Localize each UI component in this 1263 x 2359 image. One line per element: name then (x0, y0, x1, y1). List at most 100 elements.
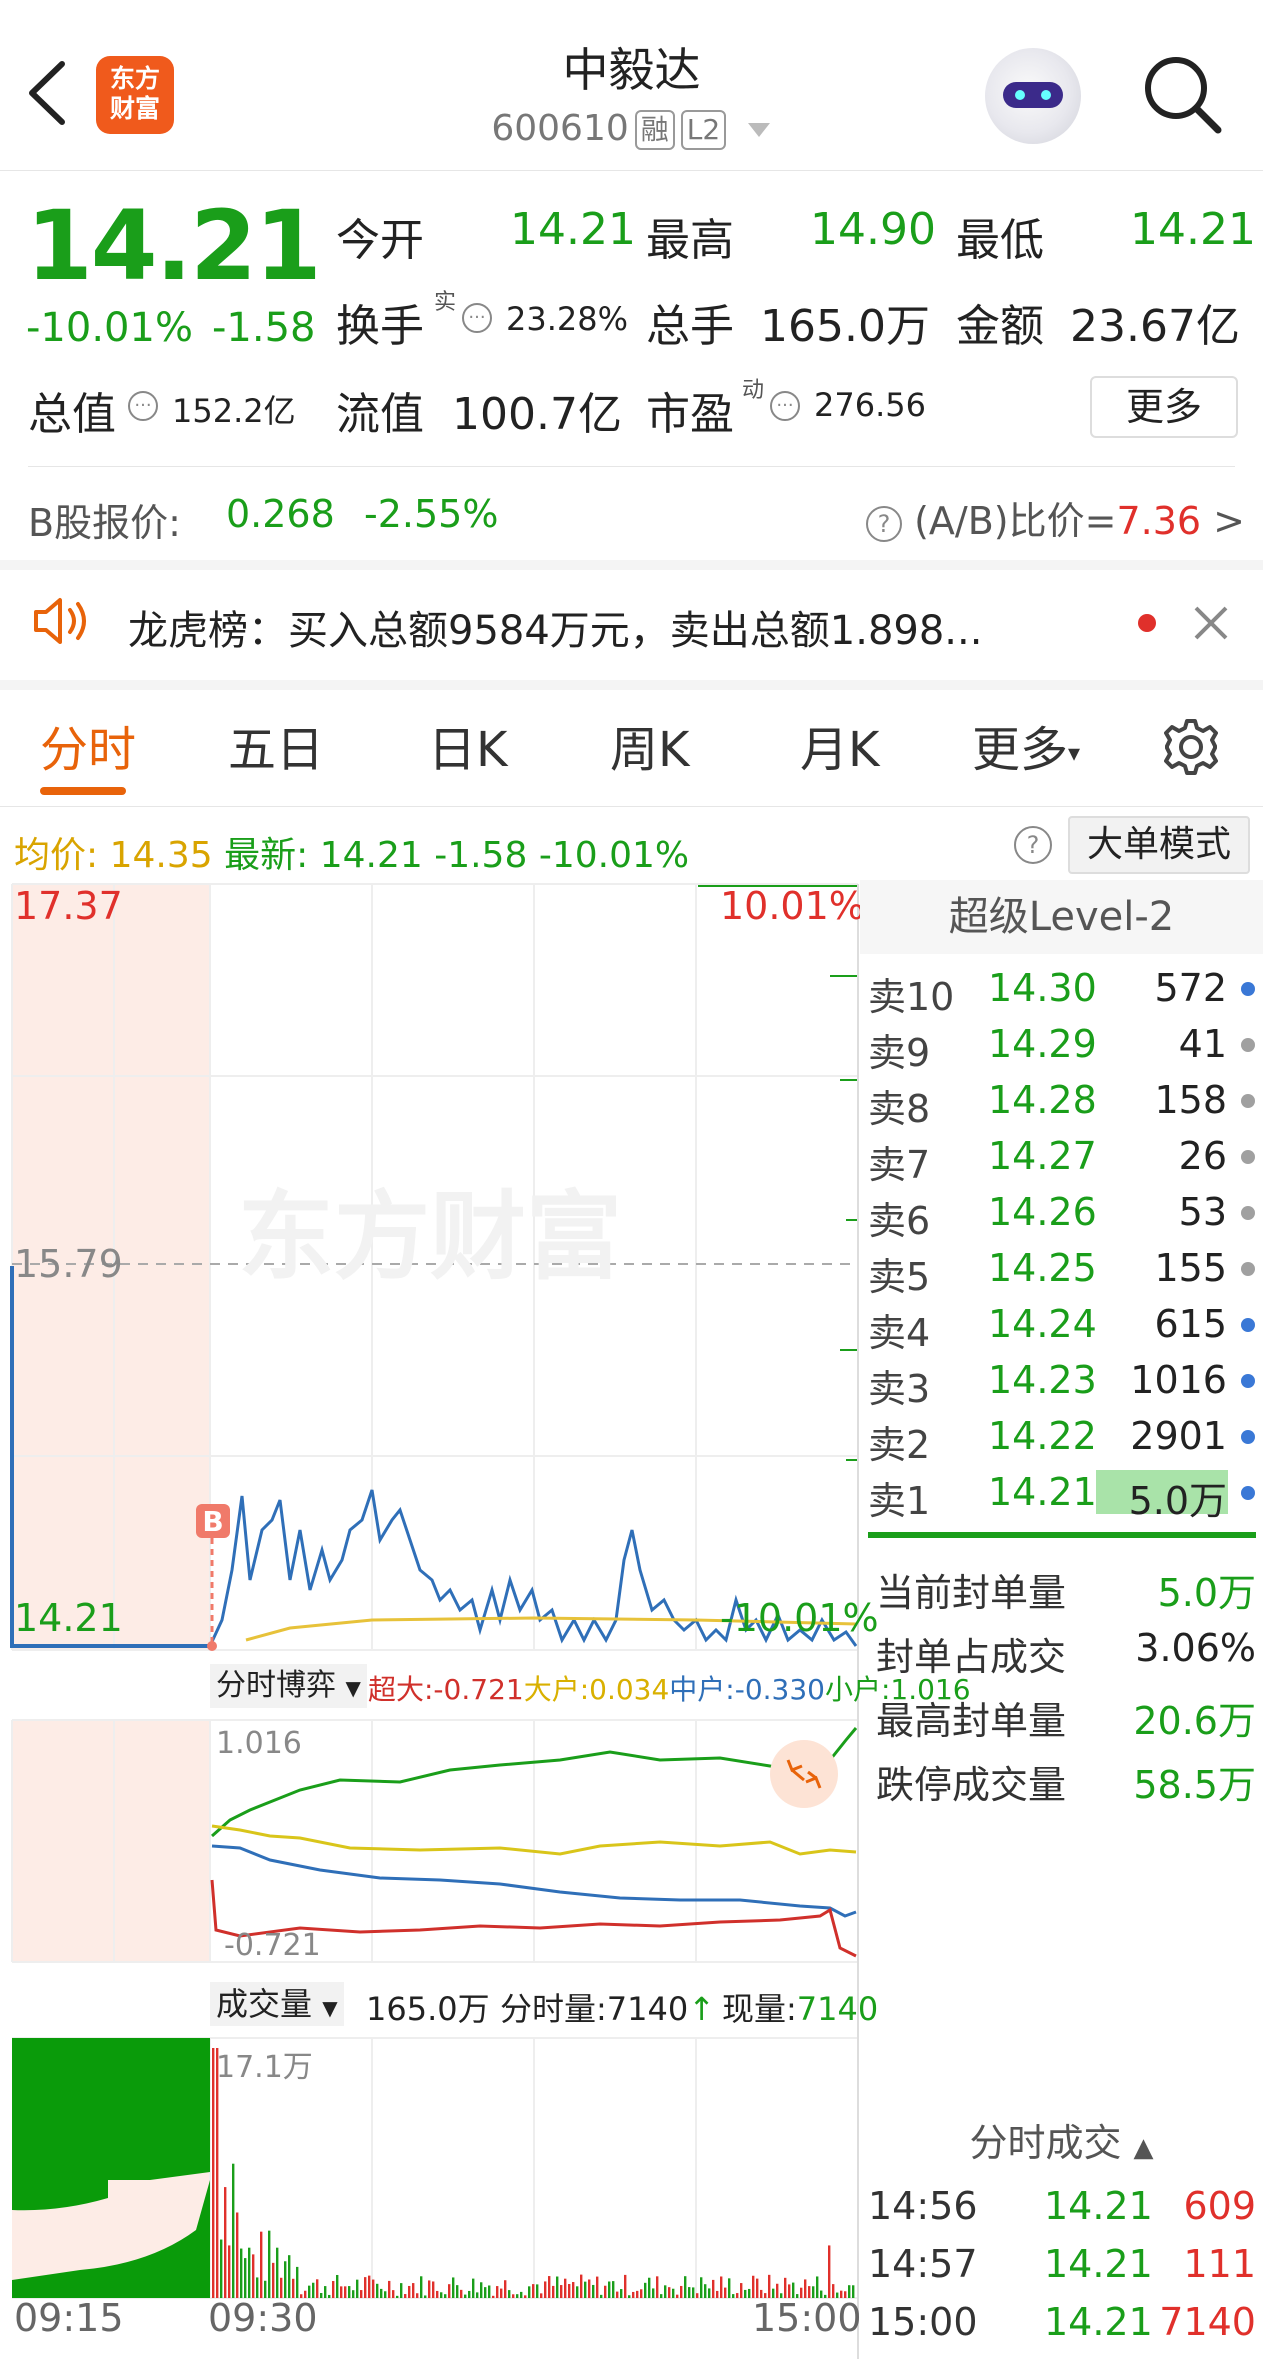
ask-row[interactable]: 卖4 14.24 615 (868, 1296, 1263, 1355)
volume-bar (652, 2288, 655, 2298)
level2-tag: L2 (680, 110, 727, 150)
volume-bar (344, 2286, 347, 2298)
volume-bar (520, 2291, 523, 2298)
ask-bid-divider (868, 1532, 1256, 1538)
ask-row[interactable]: 卖2 14.22 2901 (868, 1408, 1263, 1467)
float-cap-label: 流值 (336, 389, 424, 440)
volume-bar (692, 2287, 695, 2298)
more-button[interactable]: 更多 (1090, 376, 1238, 438)
tab-five-day[interactable]: 五日 (228, 710, 324, 780)
ask-row[interactable]: 卖10 14.30 572 (868, 960, 1263, 1019)
info-dots-icon[interactable]: ··· (462, 303, 492, 333)
help-icon[interactable]: ? (1014, 826, 1052, 864)
volume-bar (648, 2277, 651, 2298)
volume-bar (596, 2276, 599, 2298)
time-open: 09:30 (208, 2296, 318, 2340)
volume-bar (512, 2294, 515, 2298)
assistant-robot-icon[interactable] (985, 48, 1081, 144)
ask-row[interactable]: 卖5 14.25 155 (868, 1240, 1263, 1299)
volume-bar (432, 2281, 435, 2298)
settings-gear-icon[interactable] (1160, 716, 1222, 778)
trade-time: 14:57 (868, 2242, 978, 2286)
turnover-label: 换手 (336, 301, 424, 352)
volume-bar (784, 2277, 787, 2298)
trade-price: 14.21 (1044, 2300, 1153, 2344)
turnover-sup: 实 (434, 290, 457, 315)
volume-bar (724, 2287, 727, 2298)
volume-bar (748, 2288, 751, 2298)
ask-label: 卖3 (868, 1367, 931, 1411)
trade-price: 14.21 (1044, 2242, 1153, 2286)
y-axis-top-price: 17.37 (14, 884, 123, 928)
big-order-mode-button[interactable]: 大单模式 (1068, 816, 1250, 874)
close-icon[interactable] (1192, 604, 1230, 642)
game-selector[interactable]: 分时博弈 ▼ (210, 1664, 367, 1708)
ab-ratio[interactable]: ? (A/B)比价=7.36 > (866, 490, 1245, 545)
market-cap-label: 总值 (28, 389, 116, 440)
volume-bar (536, 2284, 539, 2298)
ask-price: 14.29 (988, 1022, 1097, 1066)
buy-marker: B (202, 1505, 223, 1538)
volume-bar (524, 2295, 527, 2298)
margin-tag: 融 (634, 110, 675, 150)
current-volume: 现量:7140 (722, 1990, 879, 2028)
minute-volume: 分时量:7140↑ (500, 1990, 716, 2028)
volume-bar (732, 2294, 735, 2298)
order-dot (1241, 1374, 1255, 1388)
volume-selector[interactable]: 成交量 ▼ (210, 1982, 344, 2026)
volume-bar (324, 2286, 327, 2298)
level2-title[interactable]: 超级Level-2 (860, 880, 1263, 954)
volume-bar (368, 2275, 371, 2298)
volume-bar (420, 2276, 423, 2298)
stat-value: 58.5万 (1133, 1763, 1256, 1807)
ask-row[interactable]: 卖6 14.26 53 (868, 1184, 1263, 1243)
volume-bar (224, 2187, 227, 2298)
volume-bar (516, 2294, 519, 2298)
volume-bar (340, 2286, 343, 2298)
volume-bar (476, 2292, 479, 2298)
ask-row[interactable]: 卖8 14.28 158 (868, 1072, 1263, 1131)
volume-bar (364, 2277, 367, 2298)
game-min-label: -0.721 (224, 1928, 321, 1963)
ask-qty: 572 (1154, 966, 1227, 1010)
tab-monthly-k[interactable]: 月K (800, 710, 879, 780)
volume-bar (744, 2289, 747, 2298)
volume-bar (644, 2282, 647, 2298)
trades-title[interactable]: 分时成交 ▲ (860, 2112, 1263, 2167)
volume-bar (412, 2283, 415, 2298)
tab-more[interactable]: 更多▾ (972, 710, 1080, 780)
ask-label: 卖10 (868, 975, 955, 1019)
bshare-label: B股报价: (28, 501, 181, 545)
volume-bar (720, 2276, 723, 2298)
volume-bar (664, 2285, 667, 2298)
ask-qty: 615 (1154, 1302, 1227, 1346)
volume-bar (440, 2292, 443, 2298)
stat-label: 跌停成交量 (876, 1763, 1067, 1807)
order-dot (1241, 1486, 1255, 1500)
volume-bar (672, 2288, 675, 2298)
ask-row[interactable]: 卖9 14.29 41 (868, 1016, 1263, 1075)
ask-row[interactable]: 卖7 14.27 26 (868, 1128, 1263, 1187)
search-icon[interactable] (1140, 52, 1224, 136)
volume-bar (232, 2163, 235, 2298)
info-dots-icon[interactable]: ··· (770, 391, 800, 421)
ask-row[interactable]: 卖1 14.21 5.0万 (868, 1464, 1263, 1523)
volume-bar (220, 2239, 223, 2298)
notice-text[interactable]: 龙虎榜：买入总额9584万元，卖出总额1.898... (128, 598, 1088, 656)
high-label: 最高 (646, 215, 734, 266)
volume-bar (460, 2289, 463, 2298)
ask-label: 卖6 (868, 1199, 931, 1243)
change-percent: -10.01% (26, 305, 193, 351)
tab-weekly-k[interactable]: 周K (610, 710, 689, 780)
order-dot (1241, 1430, 1255, 1444)
ask-row[interactable]: 卖3 14.23 1016 (868, 1352, 1263, 1411)
volume-bar (708, 2288, 711, 2298)
seal-stat-row: 最高封单量 20.6万 (876, 1690, 1256, 1745)
tab-intraday[interactable]: 分时 (40, 710, 136, 780)
ask-price: 14.28 (988, 1078, 1097, 1122)
info-dots-icon[interactable]: ··· (128, 391, 158, 421)
low-value: 14.21 (1130, 204, 1256, 255)
volume-max-label: 17.1万 (216, 2050, 313, 2085)
tab-daily-k[interactable]: 日K (428, 710, 507, 780)
ask-price: 14.25 (988, 1246, 1097, 1290)
